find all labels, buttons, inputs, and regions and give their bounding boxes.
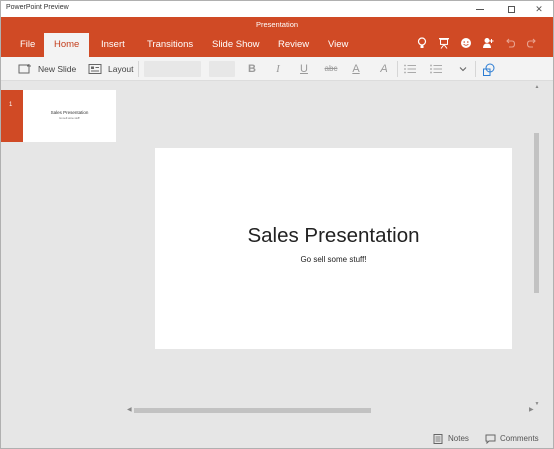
minimize-button[interactable] <box>469 1 491 17</box>
ribbon-divider <box>397 61 398 77</box>
comments-button[interactable]: Comments <box>485 432 539 444</box>
bullets-icon <box>403 63 417 75</box>
scroll-left-icon[interactable]: ◀ <box>127 406 132 413</box>
more-options-button[interactable] <box>457 61 477 77</box>
new-slide-icon <box>18 63 32 75</box>
status-bar: Notes Comments <box>1 427 553 448</box>
share-icon[interactable] <box>481 37 495 51</box>
selected-slide-marker[interactable]: 1 <box>1 90 23 142</box>
lightbulb-icon[interactable] <box>415 37 429 51</box>
tab-insert[interactable]: Insert <box>101 39 125 50</box>
system-titlebar: PowerPoint Preview ✕ <box>1 1 553 17</box>
notes-icon <box>433 433 443 444</box>
italic-button[interactable]: I <box>271 62 285 76</box>
clear-formatting-button[interactable]: A <box>377 62 391 76</box>
numbering-icon <box>429 63 443 75</box>
notes-label: Notes <box>448 433 469 443</box>
scroll-right-icon[interactable]: ▶ <box>529 406 534 413</box>
layout-button[interactable]: Layout <box>88 61 134 77</box>
ribbon-divider <box>475 61 476 77</box>
vertical-scroll-thumb[interactable] <box>534 133 539 293</box>
font-size-box[interactable] <box>209 61 235 77</box>
underline-button[interactable]: U <box>297 62 311 76</box>
slide-canvas[interactable]: Sales Presentation Go sell some stuff! <box>155 148 512 349</box>
redo-icon[interactable] <box>525 37 539 51</box>
layout-label: Layout <box>108 64 134 74</box>
maximize-icon <box>507 5 515 13</box>
slide-thumbnail-panel: 1 Sales Presentation Go sell some stuff! <box>1 81 125 429</box>
layout-icon <box>88 63 102 75</box>
powerpoint-window: PowerPoint Preview ✕ Presentation File H… <box>0 0 554 449</box>
scroll-up-icon[interactable]: ▲ <box>532 84 542 90</box>
font-color-button[interactable]: A <box>349 62 363 76</box>
ribbon-home: New Slide Layout B I U abc A A <box>1 57 553 81</box>
ribbon-divider <box>138 61 139 77</box>
comment-icon <box>485 434 496 444</box>
document-title: Presentation <box>255 20 299 29</box>
maximize-button[interactable] <box>500 1 522 17</box>
present-icon[interactable] <box>437 37 451 51</box>
horizontal-scrollbar[interactable]: ◀ ▶ <box>125 405 539 415</box>
app-window-title: PowerPoint Preview <box>6 4 69 11</box>
tab-transitions[interactable]: Transitions <box>147 39 193 50</box>
notes-button[interactable]: Notes <box>433 432 469 444</box>
bullets-button[interactable] <box>403 61 423 77</box>
slide-title[interactable]: Sales Presentation <box>155 224 512 248</box>
smiley-icon[interactable] <box>459 37 473 51</box>
new-slide-button[interactable]: New Slide <box>18 61 76 77</box>
shapes-button[interactable] <box>482 61 502 77</box>
tab-view[interactable]: View <box>328 39 348 50</box>
horizontal-scroll-thumb[interactable] <box>134 408 371 413</box>
thumbnail-subtitle: Go sell some stuff! <box>59 117 80 120</box>
slide-subtitle[interactable]: Go sell some stuff! <box>155 255 512 264</box>
slide-thumbnail[interactable]: Sales Presentation Go sell some stuff! <box>23 90 116 142</box>
tab-file[interactable]: File <box>20 39 35 50</box>
shapes-icon <box>482 63 496 76</box>
slide-number: 1 <box>9 102 13 108</box>
comments-label: Comments <box>500 433 539 443</box>
app-bar: Presentation File Home Insert Transition… <box>1 17 553 57</box>
font-name-box[interactable] <box>144 61 201 77</box>
tab-review[interactable]: Review <box>278 39 309 50</box>
bold-button[interactable]: B <box>245 62 259 76</box>
strikethrough-button[interactable]: abc <box>321 62 341 76</box>
tab-home[interactable]: Home <box>44 33 90 57</box>
close-icon: ✕ <box>535 3 543 14</box>
undo-icon[interactable] <box>503 37 517 51</box>
tab-slide-show[interactable]: Slide Show <box>212 39 260 50</box>
minimize-icon <box>476 8 484 10</box>
thumbnail-title: Sales Presentation <box>50 110 89 115</box>
chevron-down-icon <box>457 63 471 75</box>
new-slide-label: New Slide <box>38 64 77 74</box>
vertical-scrollbar[interactable]: ▲ ▼ <box>532 81 542 411</box>
close-button[interactable]: ✕ <box>528 1 550 17</box>
numbering-button[interactable] <box>429 61 449 77</box>
